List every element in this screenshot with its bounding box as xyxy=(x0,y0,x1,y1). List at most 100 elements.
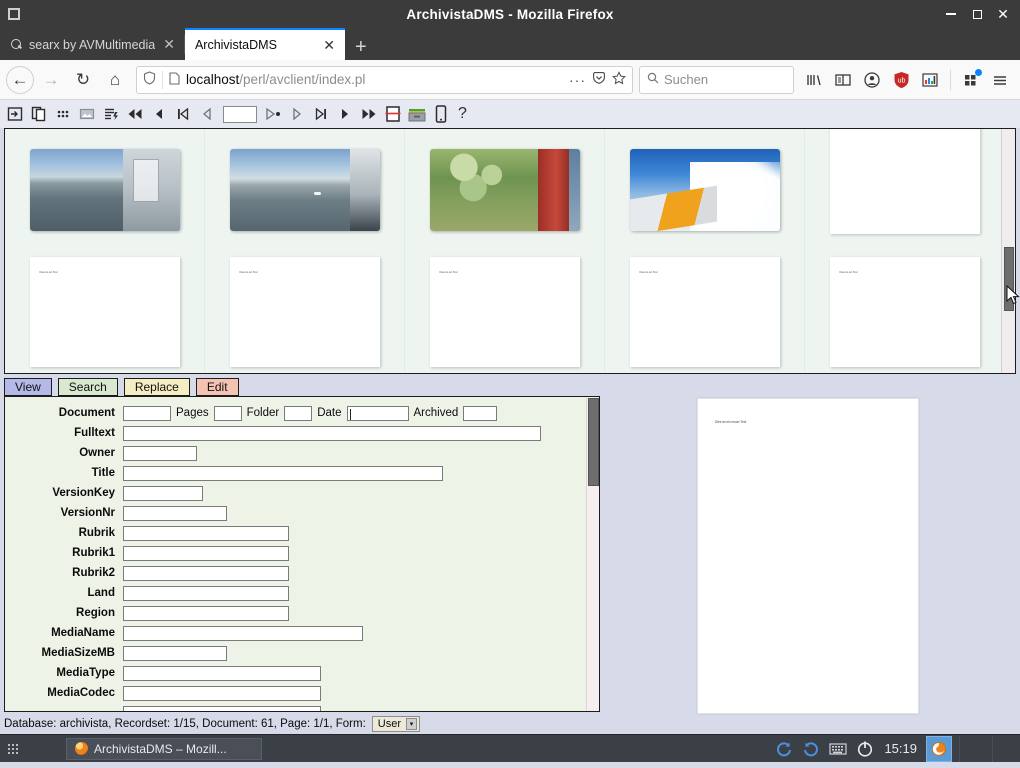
first-fast-back-icon[interactable] xyxy=(124,103,146,125)
restore-icon[interactable] xyxy=(801,739,821,759)
new-tab-button[interactable]: + xyxy=(345,37,377,60)
thumbnail-cell[interactable]: Dies ist ein Text xyxy=(405,251,605,373)
thumbnails-icon[interactable] xyxy=(52,103,74,125)
account-icon[interactable] xyxy=(858,66,886,94)
ublock-origin-icon[interactable]: ub xyxy=(887,66,915,94)
reload-button[interactable]: ↻ xyxy=(68,65,98,95)
chevron-down-icon[interactable]: ▾ xyxy=(406,718,418,730)
reading-stats-icon[interactable] xyxy=(916,66,944,94)
library-icon[interactable] xyxy=(800,66,828,94)
thumbnail-scrollbar[interactable] xyxy=(1001,129,1015,373)
form-select[interactable]: User ▾ xyxy=(371,716,421,732)
thumbnail-cell[interactable] xyxy=(405,129,605,251)
close-button[interactable]: ✕ xyxy=(990,1,1016,27)
copy-icon[interactable] xyxy=(28,103,50,125)
folder-input[interactable] xyxy=(284,405,313,421)
form-scrollbar[interactable] xyxy=(586,397,599,711)
photo-sea-boat[interactable] xyxy=(229,149,380,231)
rubrik-input[interactable] xyxy=(123,525,289,541)
document-page[interactable]: Dies ist ein Text xyxy=(829,257,980,367)
tab-view[interactable]: View xyxy=(4,378,52,396)
browser-search-bar[interactable]: Suchen xyxy=(639,65,794,94)
photo-trees-red-barn[interactable] xyxy=(429,149,580,231)
tab-search[interactable]: Search xyxy=(57,378,118,396)
archived-input[interactable] xyxy=(463,405,498,421)
thumbnail-cell[interactable]: Dies ist ein Text xyxy=(605,251,805,373)
mobile-icon[interactable] xyxy=(430,103,452,125)
photo-airplane-wing-clouds[interactable] xyxy=(629,149,780,231)
taskbar-slot[interactable] xyxy=(992,735,1018,762)
mediasizemb-input[interactable] xyxy=(123,645,227,661)
power-icon[interactable] xyxy=(855,739,875,759)
jump-start-icon[interactable] xyxy=(172,103,194,125)
title-input[interactable] xyxy=(123,465,443,481)
keyboard-icon[interactable] xyxy=(828,739,848,759)
region-input[interactable] xyxy=(123,605,289,621)
next-input[interactable] xyxy=(123,705,321,711)
taskbar-slot[interactable] xyxy=(959,735,985,762)
login-icon[interactable] xyxy=(4,103,26,125)
tab-close-icon[interactable]: ✕ xyxy=(161,36,177,53)
maximize-button[interactable] xyxy=(964,1,990,27)
minimize-button[interactable] xyxy=(938,1,964,27)
forward-button[interactable]: → xyxy=(36,65,66,95)
thumbnail-cell[interactable] xyxy=(605,129,805,251)
url-bar[interactable]: localhost/perl/avclient/index.pl ··· xyxy=(136,65,633,94)
menu-icon[interactable] xyxy=(986,66,1014,94)
tab-replace[interactable]: Replace xyxy=(123,378,190,396)
mediatype-input[interactable] xyxy=(123,665,321,681)
back-icon[interactable] xyxy=(148,103,170,125)
tab-edit[interactable]: Edit xyxy=(195,378,239,396)
jump-end-icon[interactable] xyxy=(310,103,332,125)
image-icon[interactable] xyxy=(76,103,98,125)
play-dot-icon[interactable] xyxy=(262,103,284,125)
list-actions-icon[interactable] xyxy=(100,103,122,125)
thumbnail-cell[interactable]: Dies ist ein Text xyxy=(205,251,405,373)
rubrik1-input[interactable] xyxy=(123,545,289,561)
land-input[interactable] xyxy=(123,585,289,601)
sidebars-icon[interactable] xyxy=(829,66,857,94)
url-text[interactable]: localhost/perl/avclient/index.pl xyxy=(186,72,563,87)
archive-icon[interactable] xyxy=(406,103,428,125)
thumbnail-cell[interactable] xyxy=(805,129,1005,251)
refresh-icon[interactable] xyxy=(774,739,794,759)
preview-document[interactable]: Dies ist ein neuer Text xyxy=(697,398,919,714)
page-icon[interactable] xyxy=(169,71,180,88)
fast-forward-icon[interactable] xyxy=(358,103,380,125)
document-page[interactable]: Dies ist ein Text xyxy=(29,257,180,367)
thumbnail-cell[interactable] xyxy=(5,129,205,251)
thumbnail-cell[interactable]: Dies ist ein Text xyxy=(805,251,1005,373)
taskbar-window-archivistadms[interactable]: ArchivistaDMS – Mozill... xyxy=(66,737,262,760)
versionnr-input[interactable] xyxy=(123,505,227,521)
document-page[interactable]: Dies ist ein Text xyxy=(629,257,780,367)
home-button[interactable]: ⌂ xyxy=(100,65,130,95)
photo-ship-deck[interactable] xyxy=(29,149,180,231)
extensions-icon[interactable] xyxy=(957,66,985,94)
form-scrollbar-thumb[interactable] xyxy=(588,398,599,486)
app-grid-icon[interactable] xyxy=(0,735,26,763)
page-number-input[interactable] xyxy=(223,105,257,123)
document-page[interactable]: Dies ist ein Text xyxy=(429,257,580,367)
medianame-input[interactable] xyxy=(123,625,363,641)
document-page[interactable]: Dies ist ein Text xyxy=(229,257,380,367)
browser-tab-searx[interactable]: searx by AVMultimedia ✕ xyxy=(0,29,185,60)
back-button[interactable]: ← xyxy=(6,65,34,94)
taskbar-firefox-active-icon[interactable] xyxy=(926,735,952,762)
versionkey-input[interactable] xyxy=(123,485,203,501)
forward-icon[interactable] xyxy=(334,103,356,125)
mediacodec-input[interactable] xyxy=(123,685,321,701)
rubrik2-input[interactable] xyxy=(123,565,289,581)
document-input[interactable] xyxy=(123,405,171,421)
step-back-icon[interactable] xyxy=(196,103,218,125)
pocket-icon[interactable] xyxy=(592,71,606,88)
thumbnail-cell[interactable]: Dies ist ein Text xyxy=(5,251,205,373)
fulltext-input[interactable] xyxy=(123,425,541,441)
help-icon[interactable]: ? xyxy=(454,105,471,123)
owner-input[interactable] xyxy=(123,445,197,461)
browser-tab-archivistadms[interactable]: ArchivistaDMS ✕ xyxy=(184,28,345,60)
page-actions-icon[interactable]: ··· xyxy=(569,72,586,88)
step-forward-icon[interactable] xyxy=(286,103,308,125)
shield-icon[interactable] xyxy=(143,71,156,88)
document-blank[interactable] xyxy=(829,129,980,234)
tab-close-icon[interactable]: ✕ xyxy=(321,37,337,54)
